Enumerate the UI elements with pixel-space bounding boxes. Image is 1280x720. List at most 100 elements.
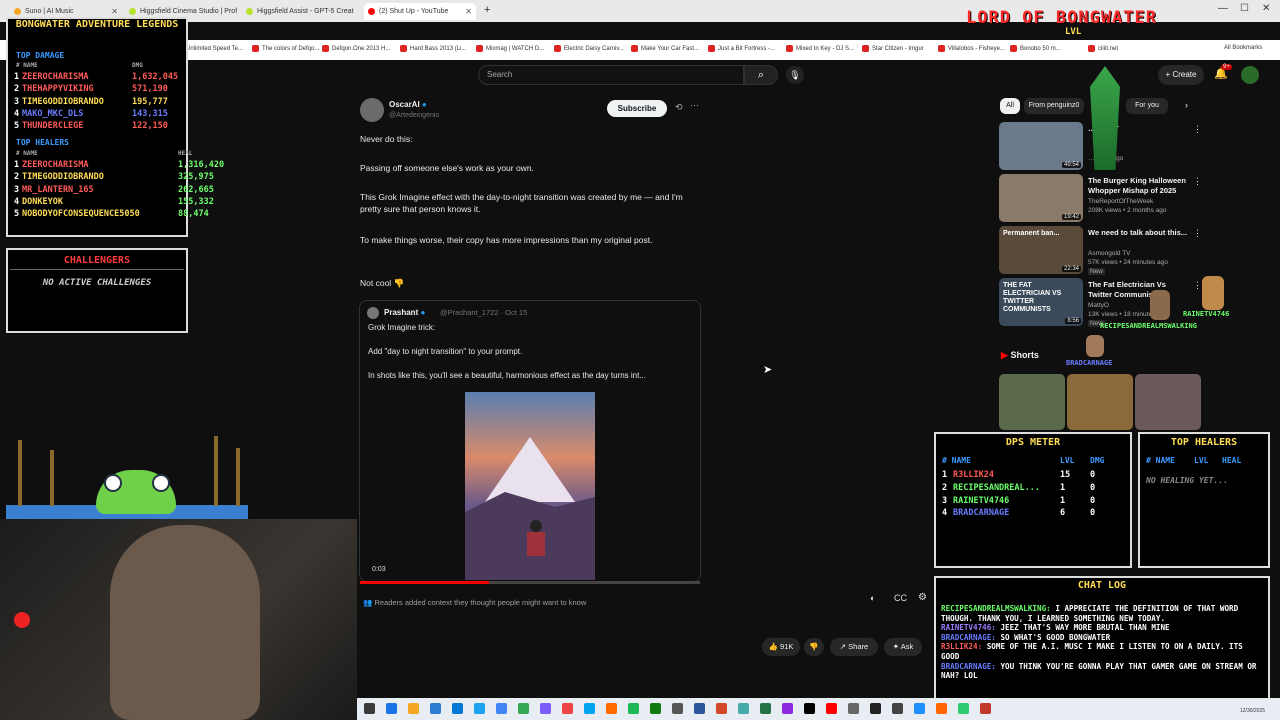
taskbar-app-icon[interactable]	[518, 703, 529, 714]
bookmark-item[interactable]: Mixed In Key - DJ S...	[786, 45, 854, 52]
bookmark-item[interactable]: Bonobo 50 m...	[1010, 45, 1061, 52]
subscribe-button[interactable]: Subscribe	[607, 100, 667, 117]
taskbar-app-icon[interactable]	[936, 703, 947, 714]
bookmark-item[interactable]: The colors of Defqo...	[252, 45, 319, 52]
taskbar-app-icon[interactable]	[540, 703, 551, 714]
more-options-icon[interactable]: ⋮	[1193, 280, 1202, 291]
settings-gear-icon[interactable]: ⚙	[918, 592, 927, 603]
search-icon[interactable]: ⌕	[744, 65, 778, 85]
tab-favicon-icon	[129, 8, 136, 15]
taskbar-app-icon[interactable]	[804, 703, 815, 714]
bookmark-label: Just a Bit Fortress -...	[718, 45, 776, 52]
video-thumbnail[interactable]: 19:42	[999, 174, 1083, 222]
more-options-icon[interactable]: ⋮	[1193, 176, 1202, 187]
taskbar-app-icon[interactable]	[650, 703, 661, 714]
ask-button[interactable]: ✦ Ask	[884, 638, 922, 656]
community-notes[interactable]: 👥 Readers added context they thought peo…	[363, 598, 703, 612]
microphone-icon[interactable]: 🎙	[786, 66, 804, 84]
video-thumbnail[interactable]: 49:54	[999, 122, 1083, 170]
video-channel[interactable]: MattyO	[1088, 302, 1109, 309]
video-progress-bar[interactable]	[360, 581, 700, 584]
minimize-button[interactable]: —	[1218, 3, 1228, 14]
taskbar-app-icon[interactable]	[870, 703, 881, 714]
bookmark-item[interactable]: Villalobos - Fisheye...	[938, 45, 1005, 52]
tab-close-icon[interactable]: ✕	[465, 7, 472, 16]
video-thumbnail[interactable]: THE FAT ELECTRICIAN VS TWITTER COMMUNIST…	[999, 278, 1083, 326]
taskbar-app-icon[interactable]	[408, 703, 419, 714]
more-options-icon[interactable]: ⋮	[1193, 228, 1202, 239]
taskbar-app-icon[interactable]	[716, 703, 727, 714]
taskbar-app-icon[interactable]	[694, 703, 705, 714]
video-channel[interactable]: Asmongold TV	[1088, 250, 1131, 257]
bookmark-item[interactable]: Make Your Car Fast...	[631, 45, 699, 52]
video-title[interactable]: The Burger King Halloween Whopper Mishap…	[1088, 176, 1188, 196]
share-button[interactable]: ↗ Share	[830, 638, 878, 656]
bookmark-item[interactable]: ciiiit.net	[1088, 45, 1118, 52]
bookmark-item[interactable]: Hard Bass 2013 (Li...	[400, 45, 466, 52]
video-channel[interactable]: TheReportOfTheWeek	[1088, 198, 1153, 205]
taskbar-app-icon[interactable]	[562, 703, 573, 714]
new-tab-button[interactable]: +	[484, 4, 490, 16]
like-button[interactable]: 👍 91K	[762, 638, 800, 656]
bookmark-favicon-icon	[322, 45, 329, 52]
taskbar-app-icon[interactable]	[958, 703, 969, 714]
taskbar-app-icon[interactable]	[386, 703, 397, 714]
bookmark-item[interactable]: Star Citizen - Imgur	[862, 45, 924, 52]
bookmark-item[interactable]: Just a Bit Fortress -...	[708, 45, 775, 52]
taskbar-app-icon[interactable]	[430, 703, 441, 714]
taskbar-app-icon[interactable]	[760, 703, 771, 714]
grok-icon[interactable]: ⟲	[675, 102, 683, 113]
taskbar-app-icon[interactable]	[892, 703, 903, 714]
search-input[interactable]: Search	[478, 65, 744, 85]
short-thumbnail[interactable]	[1067, 374, 1133, 430]
all-bookmarks[interactable]: All Bookmarks	[1224, 45, 1262, 51]
autoplay-toggle-icon[interactable]: ◐	[870, 593, 875, 603]
taskbar-app-icon[interactable]	[474, 703, 485, 714]
taskbar-app-icon[interactable]	[606, 703, 617, 714]
short-thumbnail[interactable]	[999, 374, 1065, 430]
taskbar-app-icon[interactable]	[628, 703, 639, 714]
quoted-author[interactable]: Prashant ●	[384, 308, 425, 317]
chip-for-you[interactable]: For you	[1126, 98, 1168, 114]
chip-all[interactable]: All	[1000, 98, 1020, 114]
quoted-video-thumbnail[interactable]	[465, 392, 595, 580]
chevron-right-icon[interactable]: ›	[1185, 100, 1188, 110]
bookmark-item[interactable]: Electric Daisy Carniv...	[554, 45, 624, 52]
taskbar-app-icon[interactable]	[914, 703, 925, 714]
taskbar-app-icon[interactable]	[452, 703, 463, 714]
taskbar-app-icon[interactable]	[364, 703, 375, 714]
notification-count: 9+	[1221, 64, 1232, 70]
browser-tab[interactable]: Higgsfield Assist - GPT-5 Creat✕	[242, 3, 354, 20]
video-thumbnail[interactable]: Permanent ban... 22:34	[999, 226, 1083, 274]
create-button[interactable]: + Create	[1158, 65, 1204, 85]
video-title[interactable]: We need to talk about this...	[1088, 228, 1188, 238]
taskbar-app-icon[interactable]	[584, 703, 595, 714]
author-name[interactable]: OscarAI ●	[389, 100, 427, 109]
more-options-icon[interactable]: ···	[690, 100, 699, 110]
author-handle[interactable]: @Artedeingenio	[389, 112, 439, 119]
taskbar-app-icon[interactable]	[826, 703, 837, 714]
account-avatar[interactable]	[1241, 66, 1259, 84]
healers-empty: NO HEALING YET...	[1146, 476, 1228, 485]
taskbar-app-icon[interactable]	[672, 703, 683, 714]
close-window-button[interactable]: ✕	[1262, 3, 1270, 14]
taskbar-app-icon[interactable]	[848, 703, 859, 714]
bookmark-item[interactable]: Mixmag | WATCH D...	[476, 45, 544, 52]
leaderboard-rank: 2	[14, 84, 20, 95]
taskbar-app-icon[interactable]	[782, 703, 793, 714]
taskbar-app-icon[interactable]	[980, 703, 991, 714]
tab-close-icon[interactable]: ✕	[111, 7, 118, 16]
taskbar-app-icon[interactable]	[738, 703, 749, 714]
more-options-icon[interactable]: ⋮	[1193, 124, 1202, 135]
video-title[interactable]: The Fat Electrician Vs Twitter Communist…	[1088, 280, 1188, 300]
maximize-button[interactable]: ☐	[1240, 3, 1249, 14]
dislike-button[interactable]: 👎	[804, 638, 824, 656]
challengers-title: CHALLENGERS	[63, 255, 131, 266]
chip-from-channel[interactable]: From penguinz0	[1024, 98, 1084, 114]
short-thumbnail[interactable]	[1135, 374, 1201, 430]
leaderboard-value: 1,316,420	[178, 160, 225, 170]
captions-icon[interactable]: CC	[894, 593, 907, 603]
browser-tab[interactable]: (2) Shut Up - YouTube ✕	[364, 3, 476, 20]
taskbar-app-icon[interactable]	[496, 703, 507, 714]
bookmark-item[interactable]: Defqon.One 2013 H...	[322, 45, 390, 52]
